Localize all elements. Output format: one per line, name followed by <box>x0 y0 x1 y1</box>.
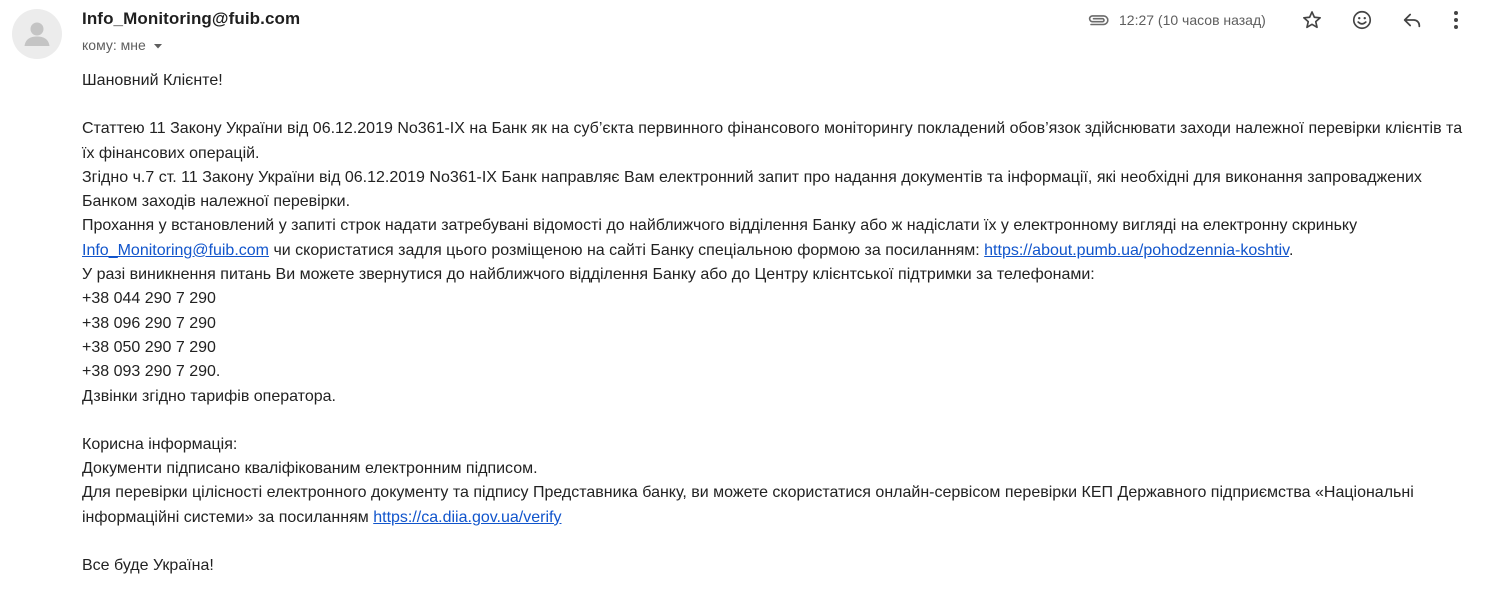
useful-info-title: Корисна інформація: <box>82 435 238 453</box>
phone-number: +38 096 290 7 290 <box>82 314 216 332</box>
sender-email[interactable]: Info_Monitoring@fuib.com <box>82 9 300 29</box>
greeting: Шановний Клієнте! <box>82 72 223 89</box>
calls-note: Дзвінки згідно тарифів оператора. <box>82 387 336 405</box>
more-vert-icon <box>1454 11 1458 29</box>
star-button[interactable] <box>1296 6 1328 34</box>
paperclip-icon <box>1088 15 1109 26</box>
message-meta: 12:27 (10 часов назад) <box>1086 10 1266 30</box>
phone-number: +38 050 290 7 290 <box>82 338 216 356</box>
paragraph-law-obligation: Статтею 11 Закону України від 06.12.2019… <box>82 120 1463 162</box>
message-body: Шановний Клієнте! Статтею 11 Закону Укра… <box>82 69 1472 578</box>
signed-note: Документи підписано кваліфікованим елект… <box>82 460 538 478</box>
phone-number: +38 093 290 7 290. <box>82 363 221 381</box>
form-link[interactable]: https://about.pumb.ua/pohodzennia-koshti… <box>984 242 1289 259</box>
reply-button[interactable] <box>1396 6 1428 34</box>
paragraph-request: Згідно ч.7 ст. 11 Закону України від 06.… <box>82 168 1422 211</box>
star-icon <box>1303 11 1321 29</box>
paragraph-support: У разі виникнення питань Ви можете зверн… <box>82 266 1095 284</box>
phone-number: +38 044 290 7 290 <box>82 290 216 308</box>
email-link[interactable]: Info_Monitoring@fuib.com <box>82 242 269 259</box>
message-actions <box>1296 6 1466 34</box>
message-time: 12:27 (10 часов назад) <box>1119 12 1266 28</box>
submission-text: Прохання у встановлений у запиті строк н… <box>82 217 1358 235</box>
paragraph-verify: Для перевірки цілісності електронного до… <box>82 481 1472 530</box>
submission-end: . <box>1288 241 1294 259</box>
recipient-label: кому: мне <box>82 37 146 53</box>
recipient-details-toggle[interactable]: кому: мне <box>82 37 165 53</box>
verify-link[interactable]: https://ca.diia.gov.ua/verify <box>373 509 561 526</box>
reply-icon <box>1403 13 1421 28</box>
avatar-icon <box>24 22 50 46</box>
emoji-reaction-button[interactable] <box>1346 6 1378 34</box>
submission-text-middle: чи скористатися задля цього розміщеною н… <box>273 241 980 259</box>
paragraph-submission: Прохання у встановлений у запиті строк н… <box>82 214 1472 263</box>
sender-avatar[interactable] <box>12 9 62 59</box>
chevron-down-icon <box>153 44 162 49</box>
closing-line: Все буде Україна! <box>82 557 214 575</box>
more-options-button[interactable] <box>1446 6 1466 34</box>
verify-text: Для перевірки цілісності електронного до… <box>82 484 1414 526</box>
emoji-icon <box>1352 10 1372 30</box>
